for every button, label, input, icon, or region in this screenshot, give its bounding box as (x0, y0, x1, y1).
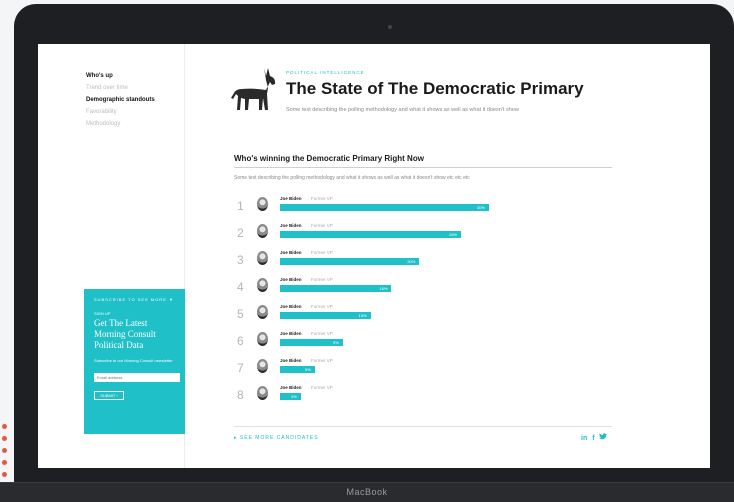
candidate-name: Joe Biden (280, 358, 302, 363)
candidate-role: Former VP (311, 358, 333, 363)
candidate-name: Joe Biden (280, 223, 302, 228)
candidate-name: Joe Biden (280, 196, 302, 201)
candidate-role: Former VP (311, 304, 333, 309)
candidate-rank: 1 (237, 199, 244, 213)
candidate-role: Former VP (311, 196, 333, 201)
candidate-name: Joe Biden (280, 250, 302, 255)
decorative-dots (0, 420, 12, 482)
candidate-bar: 9% (280, 339, 343, 346)
candidate-name: Joe Biden (280, 277, 302, 282)
candidate-bar: 16% (280, 285, 392, 292)
bar-value-label: 13% (358, 313, 367, 318)
candidate-bar: 5% (280, 366, 315, 373)
sidebar-item-demographics[interactable]: Demographic standouts (86, 94, 155, 106)
see-more-label[interactable]: SEE MORE CANDIDATES (240, 435, 319, 441)
social-links: in f (578, 433, 608, 442)
sidebar-item-favorability[interactable]: Favorability (86, 106, 155, 118)
avatar (257, 224, 268, 238)
sidebar-item-trend[interactable]: Trend over time (86, 82, 155, 94)
avatar (257, 251, 268, 265)
bar-value-label: 16% (379, 286, 388, 291)
sidebar: Who's up Trend over time Demographic sta… (38, 44, 185, 468)
candidate-row: 5 Joe Biden Former VP 13% (234, 302, 614, 324)
bar-value-label: 5% (305, 367, 311, 372)
main-content: POLITICAL INTELLIGENCE The State of The … (184, 44, 710, 468)
email-field[interactable] (94, 373, 180, 382)
sidebar-item-whos-up[interactable]: Who's up (86, 70, 155, 82)
candidate-bar: 20% (280, 258, 420, 265)
candidate-row: 7 Joe Biden Former VP 5% (234, 356, 614, 378)
candidate-row: 2 Joe Biden Former VP 26% (234, 221, 614, 243)
promo-hint: Subscribe to our Morning Consult newslet… (94, 358, 173, 363)
candidate-role: Former VP (311, 223, 333, 228)
promo-kicker: SIGN UP (94, 311, 111, 316)
candidate-rank: 2 (237, 226, 244, 240)
page-subtitle: Some text describing the polling methodo… (286, 107, 519, 113)
bar-value-label: 30% (476, 205, 485, 210)
candidate-role: Former VP (311, 331, 333, 336)
twitter-icon[interactable] (599, 433, 608, 442)
sidebar-item-methodology[interactable]: Methodology (86, 118, 155, 130)
footer-divider (234, 426, 612, 427)
submit-button[interactable]: SUBMIT › (94, 391, 124, 400)
candidate-name: Joe Biden (280, 304, 302, 309)
candidate-row: 8 Joe Biden Former VP 3% (234, 383, 614, 405)
promo-heading[interactable]: SUBSCRIBE TO SEE MORE ▼ (94, 297, 174, 302)
candidate-row: 4 Joe Biden Former VP 16% (234, 275, 614, 297)
candidate-rank: 4 (237, 280, 244, 294)
candidate-role: Former VP (311, 277, 333, 282)
linkedin-icon[interactable]: in (581, 435, 587, 442)
bar-value-label: 20% (407, 259, 416, 264)
see-more-candidates-link[interactable]: ▸ SEE MORE CANDIDATES (234, 435, 319, 441)
candidate-rank: 7 (237, 361, 244, 375)
candidate-role: Former VP (311, 250, 333, 255)
page-title: The State of The Democratic Primary (286, 79, 584, 98)
avatar (257, 197, 268, 211)
candidate-row: 1 Joe Biden Former VP 30% (234, 194, 614, 216)
section-divider (234, 167, 612, 168)
device-brand-label: MacBook (346, 487, 388, 497)
avatar (257, 278, 268, 292)
candidate-bar: 26% (280, 231, 462, 238)
candidate-name: Joe Biden (280, 385, 302, 390)
candidate-rank: 3 (237, 253, 244, 267)
candidate-row: 3 Joe Biden Former VP 20% (234, 248, 614, 270)
candidate-rank: 8 (237, 388, 244, 402)
sidebar-nav: Who's up Trend over time Demographic sta… (86, 70, 155, 130)
candidate-rank: 5 (237, 307, 244, 321)
avatar (257, 332, 268, 346)
subscribe-promo: SUBSCRIBE TO SEE MORE ▼ SIGN UP Get The … (84, 289, 185, 434)
candidate-bar: 13% (280, 312, 371, 319)
avatar (257, 359, 268, 373)
bar-value-label: 26% (449, 232, 458, 237)
candidate-rank: 6 (237, 334, 244, 348)
candidate-role: Former VP (311, 385, 333, 390)
candidate-bar: 3% (280, 393, 301, 400)
laptop-screen: Who's up Trend over time Demographic sta… (38, 44, 710, 468)
facebook-icon[interactable]: f (592, 435, 594, 442)
donkey-icon (231, 68, 276, 110)
camera-dot (388, 25, 392, 29)
section-description: Some text describing the polling methodo… (234, 175, 470, 181)
candidate-row: 6 Joe Biden Former VP 9% (234, 329, 614, 351)
candidate-bar: 30% (280, 204, 489, 211)
avatar (257, 305, 268, 319)
bar-value-label: 9% (332, 340, 339, 345)
promo-title: Get The Latest Morning Consult Political… (94, 318, 156, 350)
candidate-name: Joe Biden (280, 331, 302, 336)
section-title: Who's winning the Democratic Primary Rig… (234, 154, 424, 163)
bar-value-label: 3% (291, 394, 297, 399)
avatar (257, 386, 268, 400)
page-eyebrow: POLITICAL INTELLIGENCE (286, 70, 365, 75)
